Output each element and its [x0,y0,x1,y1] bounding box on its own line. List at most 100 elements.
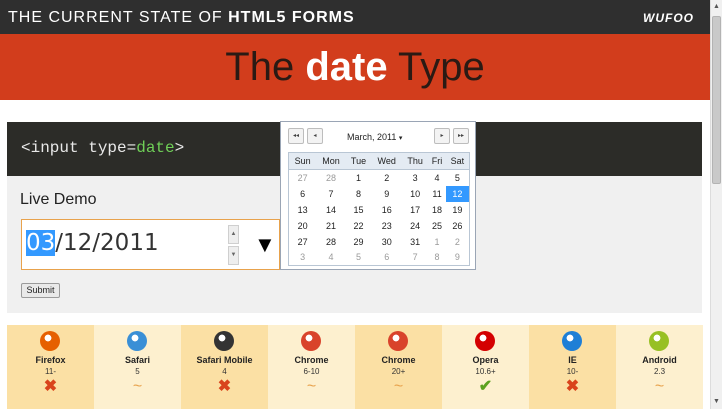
browser-version: 10.6+ [475,367,496,376]
page-scrollbar[interactable]: ▲ ▼ [710,0,722,409]
calendar-day[interactable]: 27 [289,170,317,186]
calendar-day[interactable]: 10 [402,186,428,202]
calendar-day[interactable]: 4 [428,170,446,186]
calendar-day[interactable]: 1 [428,234,446,250]
calendar-day[interactable]: 28 [316,234,345,250]
calendar-day-selected[interactable]: 12 [445,185,470,202]
calendar-day[interactable]: 21 [316,218,345,234]
calendar-day[interactable]: 22 [346,218,372,234]
weekday-label: Fri [428,152,446,170]
browser-version: 4 [222,367,227,376]
partial-support-icon: ~ [306,378,317,395]
browser-version: 11- [45,367,56,376]
calendar-day[interactable]: 2 [446,234,470,250]
browser-name: Opera [472,355,499,365]
calendar-day[interactable]: 29 [346,234,372,250]
browser-column: Safari Mobile 4 ✖ [181,325,268,409]
wufoo-logo[interactable]: WUFOO [643,11,694,25]
prev-year-button[interactable]: ◂◂ [288,128,304,144]
calendar-day[interactable]: 15 [346,202,372,218]
spinner-up-arrow-icon[interactable]: ▲ [228,225,239,244]
calendar-day[interactable]: 3 [289,250,317,266]
partial-support-icon: ~ [393,378,404,395]
calendar-day[interactable]: 4 [316,250,345,266]
cross-icon: ✖ [43,378,58,395]
browser-version: 2.3 [653,367,666,376]
browser-column: Firefox 11- ✖ [7,325,94,409]
calendar-day[interactable]: 3 [402,170,428,186]
next-month-button[interactable]: ▸ [434,128,450,144]
browser-version: 6-10 [303,367,320,376]
calendar-day[interactable]: 8 [428,250,446,266]
month-segment[interactable]: 03 [26,230,56,256]
weekday-header-row: Sun Mon Tue Wed Thu Fri Sat [288,152,470,170]
calendar-popup: ◂◂ ◂ March, 2011 ▾ ▸ ▸▸ Sun Mon Tue Wed Thu F… [280,121,476,270]
spinner-down-arrow-icon[interactable]: ▼ [228,246,239,265]
check-icon: ✔ [478,378,493,395]
top-bar: THE CURRENT STATE OF HTML5 FORMS WUFOO [0,0,710,34]
android-icon [649,331,669,351]
calendar-day[interactable]: 5 [446,170,470,186]
calendar-day[interactable]: 26 [446,218,470,234]
browser-version: 20+ [391,367,406,376]
calendar-day[interactable]: 5 [346,250,372,266]
calendar-day[interactable]: 7 [316,186,345,202]
chrome-icon [388,331,408,351]
browser-column: Chrome 20+ ~ [355,325,442,409]
calendar-day[interactable]: 7 [402,250,428,266]
calendar-day[interactable]: 20 [289,218,317,234]
calendar-day[interactable]: 16 [371,202,402,218]
page-title: The date Type [225,45,485,89]
browser-column: Chrome 6-10 ~ [268,325,355,409]
browser-name: Android [642,355,677,365]
calendar-day[interactable]: 27 [289,234,317,250]
partial-support-icon: ~ [132,378,143,395]
calendar-day[interactable]: 6 [289,186,317,202]
calendar-week-row: 3456789 [289,250,470,266]
calendar-day[interactable]: 9 [371,186,402,202]
calendar-day[interactable]: 25 [428,218,446,234]
calendar-day[interactable]: 11 [428,186,446,202]
site-title[interactable]: THE CURRENT STATE OF HTML5 FORMS [8,9,355,27]
calendar-day[interactable]: 31 [402,234,428,250]
browser-support-table: Firefox 11- ✖ Safari 5 ~ Safari Mobile 4 ✖ Chrome… [7,325,703,409]
calendar-week-row: 13 14 15 16 17 18 19 [289,202,470,218]
browser-name: Safari Mobile [196,355,253,365]
calendar-day[interactable]: 18 [428,202,446,218]
scroll-up-arrow-icon[interactable]: ▲ [711,0,722,14]
calendar-day[interactable]: 24 [402,218,428,234]
calendar-day[interactable]: 13 [289,202,317,218]
calendar-day[interactable]: 19 [446,202,470,218]
submit-button[interactable]: Submit [21,283,60,298]
date-input[interactable]: 03/12/2011 ▲ ▼ ▼ [21,219,280,270]
calendar-month-select[interactable]: March, 2011 ▾ [347,132,402,142]
date-value[interactable]: 03/12/2011 [26,230,159,256]
browser-version: 10- [566,367,579,376]
browser-column: IE 10- ✖ [529,325,616,409]
calendar-day[interactable]: 8 [346,186,372,202]
chrome-icon [301,331,321,351]
calendar-week-row: 27 28 1 2 3 4 5 [289,170,470,186]
calendar-day[interactable]: 23 [371,218,402,234]
calendar-week-row: 20 21 22 23 24 25 26 [289,218,470,234]
calendar-day[interactable]: 1 [346,170,372,186]
calendar-day[interactable]: 6 [371,250,402,266]
calendar-day[interactable]: 28 [316,170,345,186]
calendar-dropdown-arrow-icon[interactable]: ▼ [254,233,276,257]
scroll-down-arrow-icon[interactable]: ▼ [711,395,722,409]
date-remainder[interactable]: /12/2011 [55,230,158,256]
next-year-button[interactable]: ▸▸ [453,128,469,144]
prev-month-button[interactable]: ◂ [307,128,323,144]
calendar-day[interactable]: 2 [371,170,402,186]
calendar-day[interactable]: 14 [316,202,345,218]
cross-icon: ✖ [565,378,580,395]
weekday-label: Mon [316,152,346,170]
live-demo-label: Live Demo [20,191,97,208]
firefox-icon [40,331,60,351]
calendar-day[interactable]: 17 [402,202,428,218]
calendar-day[interactable]: 9 [446,250,470,266]
browser-name: Safari [124,355,150,365]
date-spinner[interactable]: ▲ ▼ [228,225,239,265]
scrollbar-thumb[interactable] [712,16,721,184]
calendar-day[interactable]: 30 [371,234,402,250]
